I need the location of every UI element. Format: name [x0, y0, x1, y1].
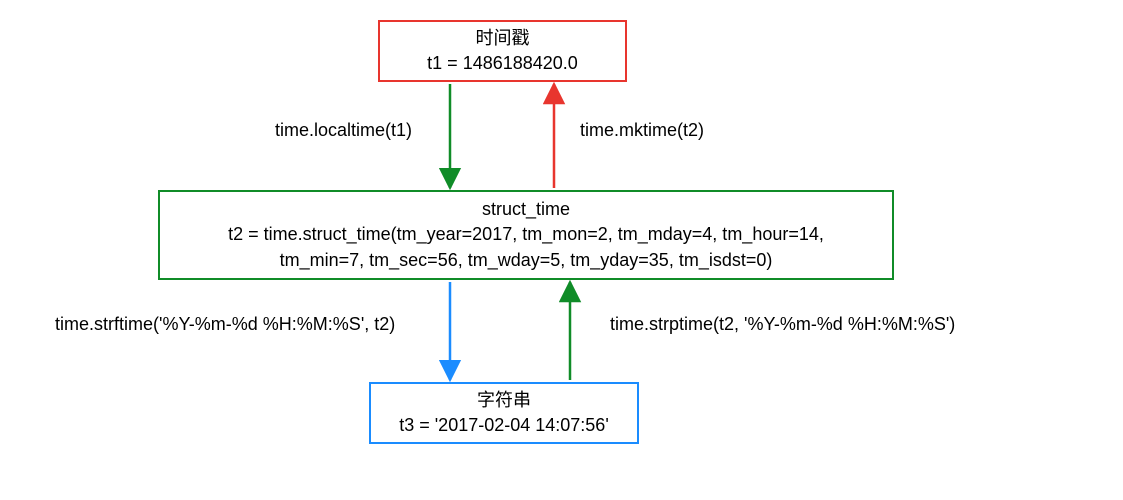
node-string-value: t3 = '2017-02-04 14:07:56'	[399, 413, 609, 438]
label-strptime: time.strptime(t2, '%Y-%m-%d %H:%M:%S')	[610, 314, 955, 335]
label-strftime: time.strftime('%Y-%m-%d %H:%M:%S', t2)	[55, 314, 395, 335]
node-struct-time-title: struct_time	[482, 197, 570, 222]
label-mktime: time.mktime(t2)	[580, 120, 704, 141]
node-string: 字符串 t3 = '2017-02-04 14:07:56'	[369, 382, 639, 444]
node-timestamp-value: t1 = 1486188420.0	[427, 51, 578, 76]
label-localtime: time.localtime(t1)	[275, 120, 412, 141]
node-timestamp: 时间戳 t1 = 1486188420.0	[378, 20, 627, 82]
node-struct-time-value-2: tm_min=7, tm_sec=56, tm_wday=5, tm_yday=…	[280, 248, 773, 273]
node-struct-time: struct_time t2 = time.struct_time(tm_yea…	[158, 190, 894, 280]
node-struct-time-value-1: t2 = time.struct_time(tm_year=2017, tm_m…	[228, 222, 824, 247]
time-conversion-diagram: 时间戳 t1 = 1486188420.0 struct_time t2 = t…	[0, 0, 1123, 500]
node-timestamp-title: 时间戳	[476, 26, 530, 51]
node-string-title: 字符串	[477, 388, 531, 413]
